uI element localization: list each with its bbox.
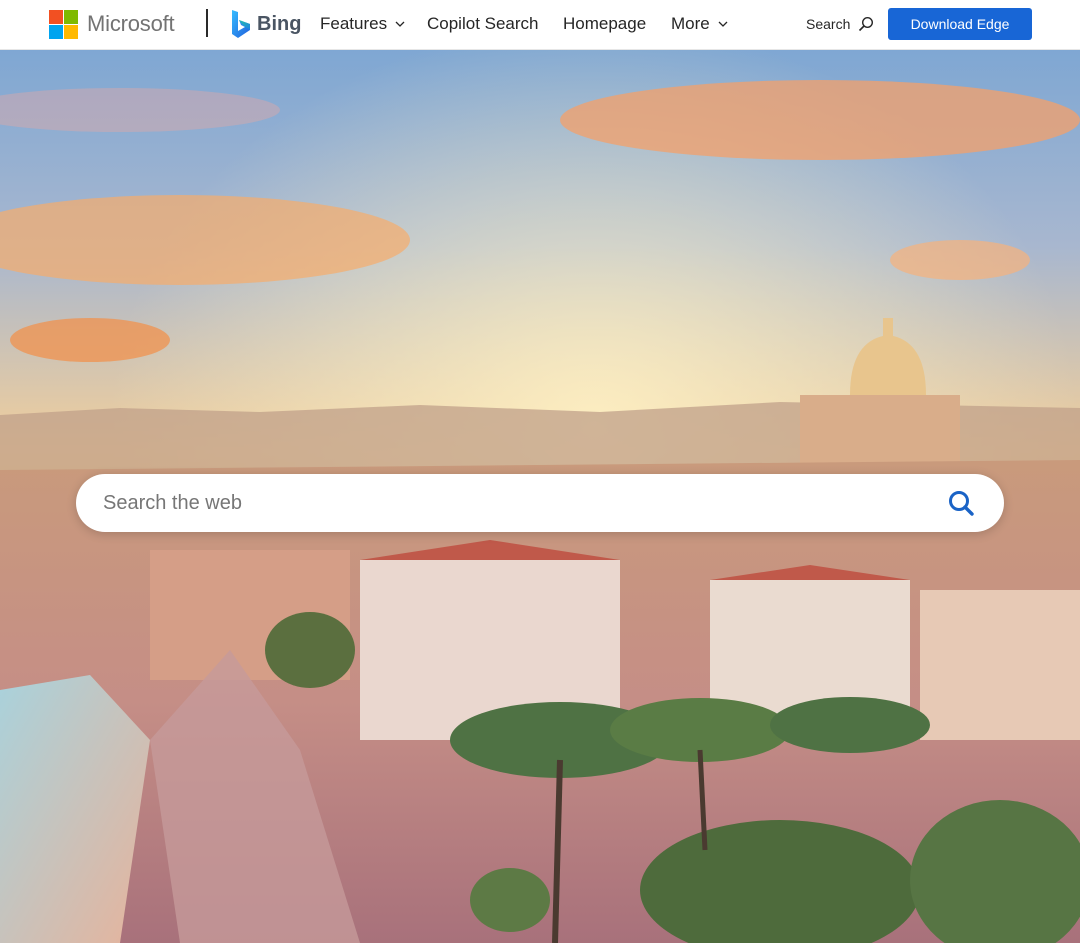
search-input[interactable]: [103, 486, 923, 520]
chevron-down-icon: [718, 21, 728, 27]
search-box: [76, 474, 1004, 532]
download-edge-button[interactable]: Download Edge: [888, 8, 1032, 40]
nav-homepage-label: Homepage: [563, 14, 647, 33]
search-icon: [859, 16, 874, 32]
chevron-down-icon: [395, 21, 405, 27]
microsoft-logo[interactable]: Microsoft: [49, 9, 175, 39]
top-search-button[interactable]: Search: [806, 13, 874, 35]
nav-copilot-search-label: Copilot Search: [427, 14, 539, 33]
top-navigation-bar: Microsoft Bing Features Copilot Search H…: [0, 0, 1080, 50]
bing-logo[interactable]: Bing: [230, 8, 301, 40]
search-icon[interactable]: [944, 489, 978, 519]
nav-features-menu[interactable]: Features: [320, 13, 405, 35]
nav-more-menu[interactable]: More: [671, 13, 728, 35]
nav-copilot-search-link[interactable]: Copilot Search: [427, 13, 539, 35]
bing-brand-text: Bing: [257, 12, 302, 35]
microsoft-logo-icon: [49, 9, 78, 39]
nav-features-label: Features: [320, 14, 388, 33]
bing-logo-icon: [232, 10, 250, 38]
top-search-label: Search: [806, 16, 851, 32]
logo-divider: [206, 9, 208, 37]
microsoft-brand-text: Microsoft: [87, 11, 175, 36]
nav-more-label: More: [671, 14, 710, 33]
nav-homepage-link[interactable]: Homepage: [563, 13, 646, 35]
